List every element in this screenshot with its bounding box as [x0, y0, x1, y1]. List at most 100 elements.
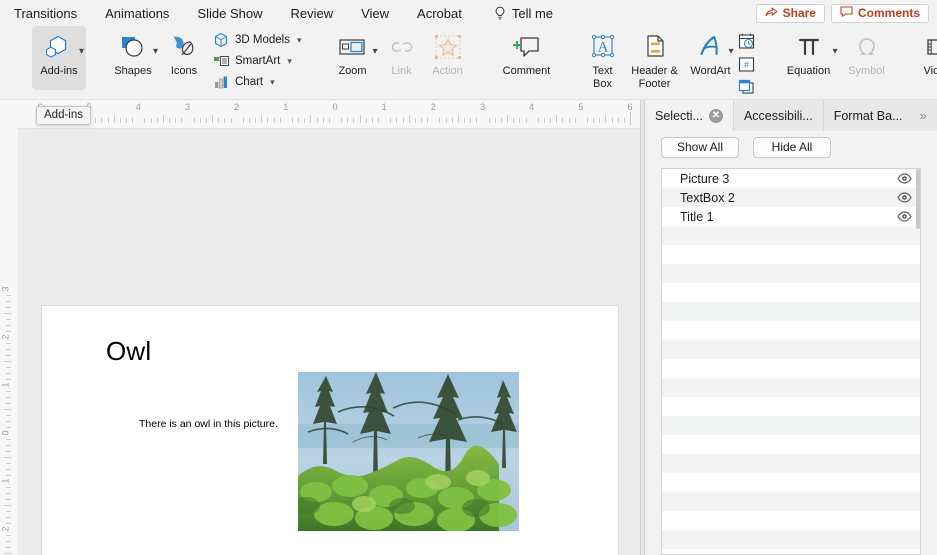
video-film-icon: [923, 30, 937, 64]
ruler-tick: [193, 118, 195, 123]
ruler-tick: [328, 118, 330, 123]
share-button[interactable]: Share: [755, 3, 825, 23]
ruler-tick: [255, 118, 257, 123]
vruler-tick: [6, 499, 11, 500]
link-button[interactable]: Link: [380, 26, 424, 90]
ruler-tick: [291, 118, 293, 123]
vruler-tick: [6, 427, 11, 428]
visibility-eye-icon[interactable]: [896, 211, 912, 223]
selection-list-item[interactable]: Picture 3: [662, 169, 920, 188]
tab-overflow-chevron-icon[interactable]: »: [913, 100, 934, 131]
vertical-ruler[interactable]: 3 2 1 0 1 2: [0, 129, 18, 555]
3d-models-label: 3D Models: [235, 34, 290, 46]
slide-picture[interactable]: [298, 372, 519, 531]
tab-format-background[interactable]: Format Ba...: [823, 100, 913, 131]
vruler-tick: [6, 439, 11, 440]
scrollbar-thumb[interactable]: [916, 169, 920, 229]
zoom-dropdown-caret[interactable]: ▾: [372, 46, 377, 57]
vruler-tick-label: 2: [0, 526, 11, 532]
chart-button[interactable]: Chart ▾: [208, 72, 306, 93]
insert-object-icon[interactable]: [736, 77, 758, 97]
ruler-tick: [162, 115, 164, 123]
close-icon[interactable]: ✕: [708, 108, 723, 123]
slide-title-placeholder[interactable]: Owl: [106, 336, 151, 367]
text-box-button[interactable]: A Text Box: [582, 26, 624, 90]
header-footer-button[interactable]: Header & Footer: [624, 26, 686, 90]
chart-chevron-down-icon[interactable]: ▾: [270, 77, 275, 88]
ruler-tick-label: 0: [332, 102, 338, 112]
selection-item-label: Title 1: [680, 209, 714, 224]
visibility-eye-icon[interactable]: [896, 173, 912, 185]
3d-models-chevron-down-icon[interactable]: ▾: [297, 35, 302, 46]
selection-list-empty-row: [662, 245, 920, 264]
tab-selection-label: Selecti...: [655, 108, 703, 123]
tell-me-search[interactable]: Tell me: [476, 6, 565, 21]
selection-list-item[interactable]: TextBox 2: [662, 188, 920, 207]
smartart-button[interactable]: SmartArt ▾: [208, 51, 306, 72]
ruler-tick: [310, 115, 312, 123]
hide-all-button[interactable]: Hide All: [753, 136, 831, 158]
ruler-tick: [488, 118, 490, 123]
selection-list-empty-row: [662, 397, 920, 416]
equation-label: Equation: [786, 65, 831, 77]
ruler-tick: [396, 118, 398, 123]
icons-button[interactable]: Icons: [160, 26, 208, 90]
tab-accessibility[interactable]: Accessibili...: [733, 100, 824, 131]
ribbon-group-comments: Comment: [488, 26, 566, 100]
slide-textbox[interactable]: There is an owl in this picture.: [139, 418, 278, 430]
ruler-tick: [242, 118, 244, 123]
menu-item-transitions[interactable]: Transitions: [0, 0, 91, 26]
smartart-label: SmartArt: [235, 55, 281, 67]
shapes-dropdown-caret[interactable]: ▾: [153, 46, 158, 57]
selection-list-item[interactable]: Title 1: [662, 207, 920, 226]
menu-item-slide-show[interactable]: Slide Show: [183, 0, 276, 26]
wordart-button[interactable]: ▾ WordArt: [686, 26, 736, 90]
slide-surface[interactable]: Owl There is an owl in this picture.: [42, 306, 618, 555]
ruler-tick: [371, 118, 373, 123]
selection-list-scrollbar[interactable]: [916, 169, 920, 554]
smartart-chevron-down-icon[interactable]: ▾: [287, 56, 292, 67]
symbol-button[interactable]: Symbol: [840, 26, 894, 90]
horizontal-ruler[interactable]: 6543210123456: [18, 100, 640, 129]
add-ins-button[interactable]: ▾ Add-ins: [32, 26, 86, 90]
ruler-end-tick: [630, 112, 631, 125]
comment-button[interactable]: Comment: [492, 26, 562, 90]
3d-models-button[interactable]: 3D Models ▾: [208, 30, 306, 51]
3d-model-icon: [212, 31, 230, 49]
svg-text:#: #: [744, 60, 749, 70]
menu-item-view[interactable]: View: [347, 0, 403, 26]
add-ins-dropdown-caret[interactable]: ▾: [79, 46, 84, 57]
equation-dropdown-caret[interactable]: ▾: [832, 46, 837, 57]
date-and-time-icon[interactable]: [736, 31, 758, 51]
menu-item-animations[interactable]: Animations: [91, 0, 183, 26]
video-button[interactable]: ▾ Video: [914, 26, 937, 90]
selection-list-empty-row: [662, 435, 920, 454]
wordart-dropdown-caret[interactable]: ▾: [728, 46, 733, 57]
menu-item-acrobat[interactable]: Acrobat: [403, 0, 476, 26]
ruler-tick: [150, 118, 152, 123]
ruler-tick: [519, 118, 521, 123]
zoom-button[interactable]: ▾ Zoom: [326, 26, 380, 90]
visibility-eye-icon[interactable]: [896, 192, 912, 204]
show-all-button[interactable]: Show All: [661, 136, 739, 158]
menu-item-review[interactable]: Review: [276, 0, 347, 26]
action-button[interactable]: Action: [424, 26, 472, 90]
equation-pi-icon: [794, 30, 824, 64]
comments-button[interactable]: Comments: [830, 3, 929, 23]
ruler-tick-label: 4: [529, 102, 535, 112]
slide-editing-canvas[interactable]: Owl There is an owl in this picture.: [18, 129, 640, 555]
vruler-tick-label: 3: [0, 286, 11, 292]
ruler-tick: [353, 118, 355, 123]
shapes-button[interactable]: ▾ Shapes: [106, 26, 160, 90]
tab-selection-pane[interactable]: Selecti... ✕: [645, 100, 734, 131]
selection-list[interactable]: Picture 3 TextBox 2 Title 1: [661, 168, 921, 555]
slide-number-icon[interactable]: #: [736, 54, 758, 74]
ruler-tick-label: 6: [627, 102, 633, 112]
ruler-tick: [261, 115, 263, 123]
vruler-tick: [4, 409, 12, 410]
ruler-tick: [550, 118, 552, 123]
equation-button[interactable]: ▾ Equation: [778, 26, 840, 90]
ruler-tick-label: 1: [381, 102, 387, 112]
text-box-label-1: Text: [592, 65, 613, 77]
ruler-tick: [414, 118, 416, 123]
